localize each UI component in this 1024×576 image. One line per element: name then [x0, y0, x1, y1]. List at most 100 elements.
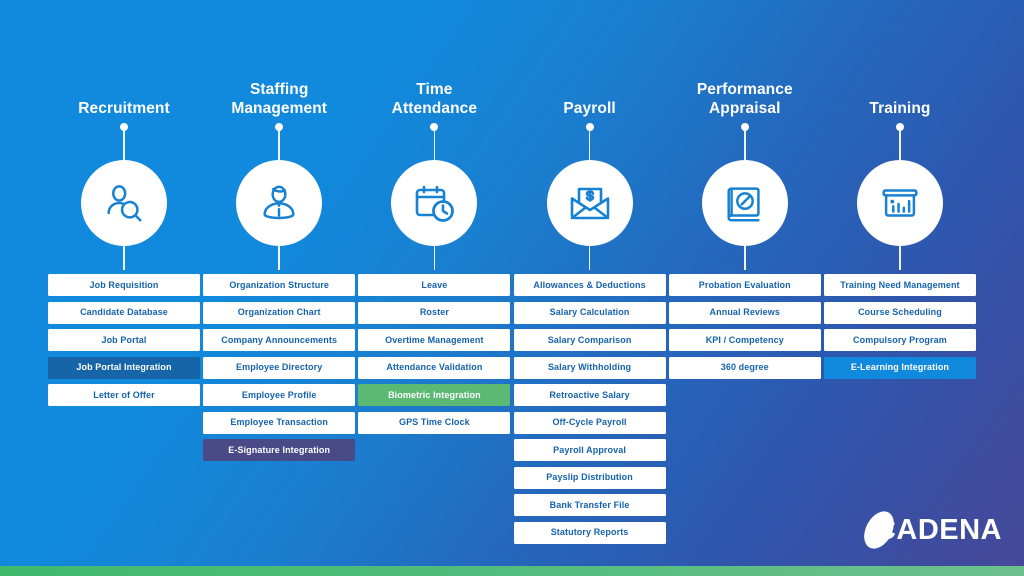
calendar-clock-icon — [410, 179, 458, 227]
person-search-icon — [101, 180, 147, 226]
connector-stem — [899, 131, 901, 160]
feature-list: Job Requisition Candidate Database Job Por… — [48, 274, 200, 406]
envelope-dollar-icon — [566, 179, 614, 227]
module-icon-circle[interactable] — [391, 160, 478, 246]
feature-item[interactable]: Organization Structure — [203, 274, 356, 296]
feature-item[interactable]: Salary Calculation — [513, 301, 666, 324]
column-title-zone: Staffing Management — [203, 78, 355, 118]
module-icon-circle[interactable] — [701, 160, 788, 246]
feature-list: Organization Structure Organization Chart… — [203, 274, 356, 461]
feature-item[interactable]: Annual Reviews — [668, 301, 821, 324]
connector-stem-lower — [588, 246, 591, 270]
connector-dot — [895, 123, 904, 131]
connector-dot — [740, 123, 749, 131]
feature-item[interactable]: Biometric Integration — [358, 384, 511, 406]
feature-item[interactable]: E-Signature Integration — [203, 439, 356, 461]
module-icon-circle[interactable] — [856, 160, 943, 246]
module-icon-circle[interactable] — [546, 160, 633, 246]
bottom-accent-strip — [0, 566, 1024, 576]
book-gauge-icon — [722, 180, 768, 226]
feature-item[interactable]: Job Portal Integration — [48, 356, 200, 379]
feature-item[interactable]: Payslip Distribution — [513, 466, 666, 489]
feature-item[interactable]: Payroll Approval — [513, 439, 666, 461]
connector-stem-lower — [743, 246, 746, 270]
feature-item[interactable]: Employee Profile — [203, 384, 356, 406]
feature-item[interactable]: E-Learning Integration — [823, 356, 976, 379]
column-title: Recruitment — [78, 99, 170, 117]
feature-item[interactable]: Employee Directory — [203, 356, 356, 379]
feature-item[interactable]: Overtime Management — [358, 329, 511, 351]
column-title: Payroll — [563, 99, 616, 117]
connector-stem-lower — [278, 246, 280, 270]
feature-item[interactable]: Letter of Offer — [48, 384, 200, 406]
feature-item[interactable]: Salary Withholding — [513, 356, 666, 379]
connector-stem-lower — [899, 246, 901, 270]
feature-item[interactable]: Salary Comparison — [513, 329, 666, 351]
feature-item[interactable]: Bank Transfer File — [513, 494, 666, 516]
module-column: Time Attendance Leave Roster Overtime Mana… — [358, 0, 511, 566]
feature-item[interactable]: GPS Time Clock — [358, 411, 511, 434]
feature-item[interactable]: Course Scheduling — [823, 301, 976, 324]
column-title-zone: Training — [824, 78, 976, 118]
column-title-zone: Time Attendance — [358, 78, 510, 118]
cadena-logo: CADENA — [858, 506, 1002, 554]
module-columns: Recruitment Job Requisition Candidate Dat… — [0, 0, 1024, 566]
column-title: Staffing Management — [231, 81, 328, 117]
feature-list: Leave Roster Overtime Management Attendance… — [358, 274, 511, 434]
feature-item[interactable]: Training Need Management — [823, 274, 976, 296]
presentation-chart-icon — [877, 180, 923, 226]
feature-item[interactable]: 360 degree — [668, 356, 821, 379]
feature-item[interactable]: Attendance Validation — [358, 356, 511, 379]
feature-item[interactable]: Retroactive Salary — [513, 384, 666, 406]
feature-item[interactable]: Employee Transaction — [203, 411, 356, 434]
module-column: Performance Appraisal Probation Evaluati… — [668, 0, 821, 566]
connector-stem — [743, 131, 746, 160]
feature-item[interactable]: Off-Cycle Payroll — [513, 411, 666, 434]
connector-line — [514, 123, 666, 160]
connector-dot — [120, 123, 128, 131]
feature-item[interactable]: KPI / Competency — [668, 329, 821, 351]
column-title: Time Attendance — [391, 81, 478, 117]
module-column: Payroll Allowances & Deductions Salary Ca… — [513, 0, 666, 566]
feature-item[interactable]: Job Requisition — [48, 274, 200, 296]
column-title: Training — [869, 99, 931, 117]
feature-list: Allowances & Deductions Salary Calculatio… — [513, 274, 666, 544]
feature-item[interactable]: Compulsory Program — [823, 329, 976, 351]
feature-list: Training Need Management Course Schedulin… — [823, 274, 976, 379]
infographic-canvas: Recruitment Job Requisition Candidate Dat… — [0, 0, 1024, 576]
connector-stem — [278, 131, 280, 160]
module-icon-circle[interactable] — [81, 160, 167, 246]
column-title-zone: Performance Appraisal — [669, 78, 821, 118]
connector-stem-lower — [123, 246, 125, 270]
connector-dot — [430, 123, 439, 131]
connector-stem — [433, 131, 436, 160]
connector-stem-lower — [433, 246, 436, 270]
feature-item[interactable]: Candidate Database — [48, 301, 200, 324]
connector-dot — [585, 123, 594, 131]
module-column: Training Training Need Management Course … — [823, 0, 976, 566]
feature-item[interactable]: Company Announcements — [203, 329, 356, 351]
column-title-zone: Payroll — [514, 78, 666, 118]
feature-item[interactable]: Roster — [358, 301, 511, 324]
connector-line — [824, 123, 976, 160]
column-title: Performance Appraisal — [696, 81, 793, 117]
feature-item[interactable]: Allowances & Deductions — [513, 274, 666, 296]
feature-item[interactable]: Organization Chart — [203, 301, 356, 324]
module-icon-circle[interactable] — [236, 160, 323, 246]
feature-item[interactable]: Probation Evaluation — [668, 274, 821, 296]
logo-wordmark: CADENA — [874, 513, 1002, 546]
feature-list: Probation Evaluation Annual Reviews KPI / … — [668, 274, 821, 379]
connector-line — [203, 123, 355, 160]
person-info-icon — [256, 180, 302, 226]
connector-line — [358, 123, 510, 160]
connector-line — [48, 123, 200, 160]
connector-line — [669, 123, 821, 160]
module-column: Staffing Management Organization Structu… — [203, 0, 356, 566]
feature-item[interactable]: Statutory Reports — [513, 521, 666, 544]
feature-item[interactable]: Job Portal — [48, 329, 200, 351]
feature-item[interactable]: Leave — [358, 274, 511, 296]
connector-dot — [275, 123, 284, 131]
connector-stem — [123, 131, 125, 160]
connector-stem — [588, 131, 591, 160]
module-column: Recruitment Job Requisition Candidate Dat… — [48, 0, 200, 566]
